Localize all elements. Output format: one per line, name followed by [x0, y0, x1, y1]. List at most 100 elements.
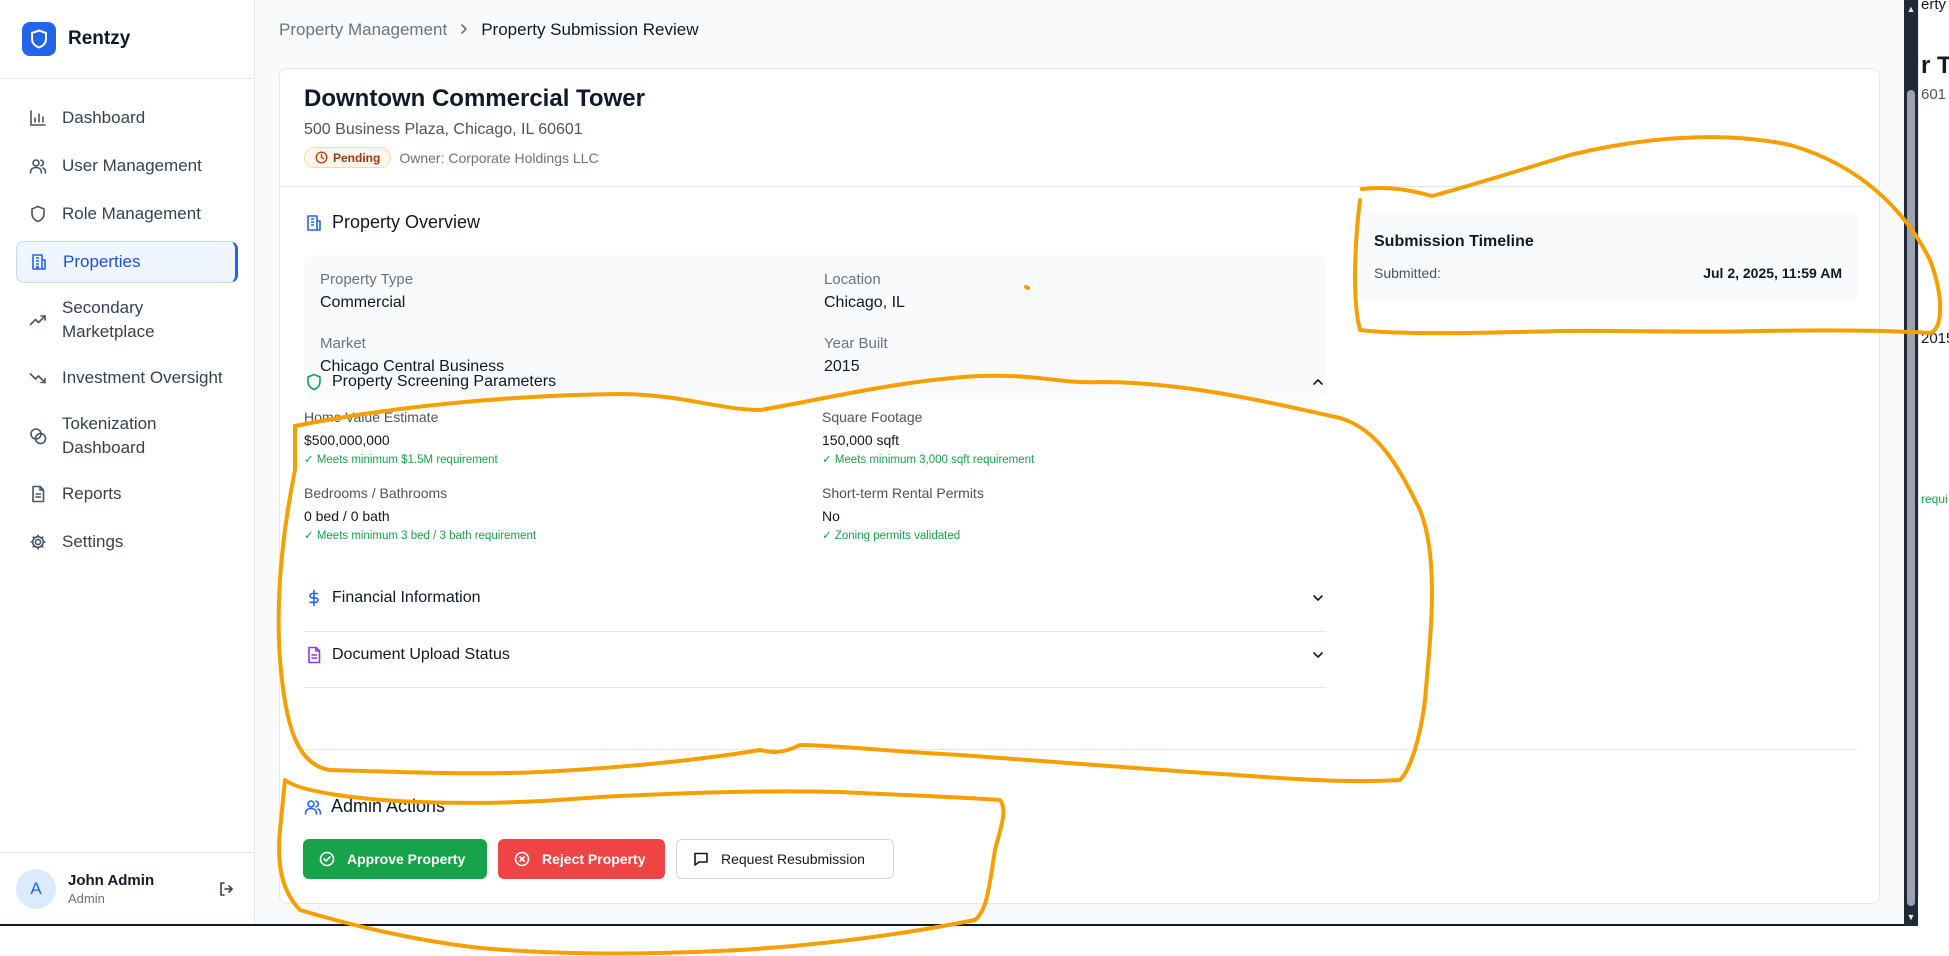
- building-icon: [304, 213, 324, 233]
- gear-icon: [28, 532, 48, 552]
- field-label: Square Footage: [822, 409, 923, 425]
- brand-name: Rentzy: [68, 28, 131, 49]
- shield-icon: [28, 204, 48, 224]
- sidebar-item-role-management[interactable]: Role Management: [16, 193, 238, 235]
- sidebar-item-label: Reports: [62, 484, 122, 503]
- brand[interactable]: Rentzy: [0, 0, 254, 78]
- field-label: Short-term Rental Permits: [822, 485, 984, 501]
- sidebar-item-reports[interactable]: Reports: [16, 473, 238, 515]
- message-square-icon: [694, 852, 708, 866]
- submitted-label: Submitted:: [1374, 265, 1441, 281]
- overview-title-text: Property Overview: [332, 212, 481, 232]
- screening-square-footage: Square Footage 150,000 sqft ✓ Meets mini…: [822, 409, 1034, 466]
- fragment-text: 2015: [1921, 330, 1949, 347]
- screening-str-permits: Short-term Rental Permits No ✓ Zoning pe…: [822, 485, 984, 542]
- screening-title: Property Screening Parameters: [332, 373, 557, 390]
- document-icon: [304, 645, 324, 665]
- owner-text: Owner: Corporate Holdings LLC: [399, 149, 599, 166]
- sidebar: Rentzy Dashboard User Management Role Ma…: [0, 0, 255, 924]
- sidebar-item-properties[interactable]: Properties: [16, 241, 238, 283]
- field-label: Bedrooms / Bathrooms: [304, 485, 448, 501]
- building-icon: [29, 252, 49, 272]
- sidebar-item-label: User Management: [62, 156, 202, 175]
- sidebar-item-tokenization-dashboard[interactable]: Tokenization Dashboard: [16, 405, 238, 467]
- property-review-card: Downtown Commercial Tower 500 Business P…: [279, 68, 1880, 904]
- financial-accordion-header[interactable]: Financial Information: [304, 575, 1326, 621]
- sidebar-item-investment-oversight[interactable]: Investment Oversight: [16, 357, 238, 399]
- main-content: Property Management Property Submission …: [255, 0, 1904, 924]
- clock-icon: [315, 151, 328, 164]
- property-title: Downtown Commercial Tower: [304, 85, 645, 112]
- trending-down-icon: [28, 368, 48, 388]
- field-property-type: Property Type Commercial: [320, 271, 413, 312]
- bar-chart-icon: [28, 108, 48, 128]
- sidebar-item-label: Role Management: [62, 204, 201, 223]
- chevron-right-icon: [459, 20, 469, 40]
- field-label: Home Value Estimate: [304, 409, 439, 425]
- divider: [304, 749, 1857, 750]
- scroll-up-icon[interactable]: ▲: [1906, 4, 1916, 14]
- request-resubmission-button[interactable]: Request Resubmission: [676, 839, 894, 879]
- sidebar-item-label: Properties: [63, 252, 141, 271]
- field-location: Location Chicago, IL: [824, 271, 905, 312]
- status-label: Pending: [333, 150, 381, 165]
- shield-check-icon: [304, 372, 324, 392]
- sidebar-item-settings[interactable]: Settings: [16, 521, 238, 563]
- resubmit-label: Request Resubmission: [721, 851, 865, 867]
- user-name: John Admin: [68, 871, 155, 889]
- users-icon: [28, 156, 48, 176]
- admin-actions-title: Admin Actions: [303, 796, 445, 817]
- screening-accordion-header[interactable]: Property Screening Parameters: [304, 359, 1326, 405]
- breadcrumb-parent[interactable]: Property Management: [279, 20, 447, 40]
- vertical-scrollbar[interactable]: ▲ ▼: [1904, 0, 1918, 926]
- reject-button[interactable]: Reject Property: [498, 839, 665, 879]
- field-label: Location: [824, 271, 881, 288]
- chevron-up-icon[interactable]: [1310, 374, 1326, 390]
- sidebar-item-label: Investment Oversight: [62, 368, 223, 387]
- check-note: ✓ Meets minimum $1.5M requirement: [304, 454, 498, 466]
- documents-accordion-header[interactable]: Document Upload Status: [304, 632, 1326, 678]
- sidebar-item-secondary-marketplace[interactable]: Secondary Marketplace: [16, 289, 238, 351]
- sidebar-item-label: Settings: [62, 532, 124, 551]
- field-value: Commercial: [320, 294, 406, 311]
- screening-home-value: Home Value Estimate $500,000,000 ✓ Meets…: [304, 409, 498, 466]
- sidebar-nav: Dashboard User Management Role Managemen…: [0, 78, 254, 563]
- scroll-down-icon[interactable]: ▼: [1906, 912, 1916, 922]
- property-header: Downtown Commercial Tower 500 Business P…: [280, 69, 1879, 187]
- dollar-icon: [304, 588, 324, 608]
- field-label: Year Built: [824, 335, 888, 352]
- scrollbar-thumb[interactable]: [1907, 90, 1915, 906]
- status-badge: Pending: [304, 147, 392, 168]
- check-circle-icon: [319, 851, 335, 867]
- field-value: Chicago, IL: [824, 294, 905, 311]
- user-role: Admin: [68, 890, 105, 906]
- users-icon: [303, 797, 323, 817]
- avatar[interactable]: A: [16, 868, 56, 909]
- sidebar-item-dashboard[interactable]: Dashboard: [16, 97, 238, 139]
- check-note: ✓ Meets minimum 3 bed / 3 bath requireme…: [304, 530, 537, 542]
- field-value: No: [822, 508, 840, 524]
- field-value: 150,000 sqft: [822, 432, 900, 448]
- fragment-text: erty: [1921, 0, 1947, 13]
- check-note: ✓ Meets minimum 3,000 sqft requirement: [822, 454, 1035, 466]
- chevron-down-icon[interactable]: [1310, 590, 1326, 606]
- financial-title: Financial Information: [332, 589, 481, 606]
- reject-label: Reject Property: [542, 851, 646, 867]
- breadcrumb-current: Property Submission Review: [481, 20, 699, 39]
- fragment-text: r To: [1921, 52, 1949, 79]
- approve-button[interactable]: Approve Property: [303, 839, 487, 879]
- fragment-text: requi: [1921, 492, 1948, 506]
- sidebar-item-user-management[interactable]: User Management: [16, 145, 238, 187]
- documents-title: Document Upload Status: [332, 646, 510, 663]
- shield-logo-icon: [22, 22, 56, 56]
- adjacent-window-fragment: erty r To 601 2015 requi: [1918, 0, 1949, 895]
- field-label: Market: [320, 335, 366, 352]
- admin-actions-title-text: Admin Actions: [331, 796, 446, 816]
- logout-icon[interactable]: [214, 877, 238, 901]
- chevron-down-icon[interactable]: [1310, 647, 1326, 663]
- overview-title: Property Overview: [304, 212, 480, 233]
- divider: [304, 687, 1326, 688]
- approve-label: Approve Property: [347, 851, 466, 867]
- check-note: ✓ Zoning permits validated: [822, 530, 961, 542]
- field-value: $500,000,000: [304, 432, 390, 448]
